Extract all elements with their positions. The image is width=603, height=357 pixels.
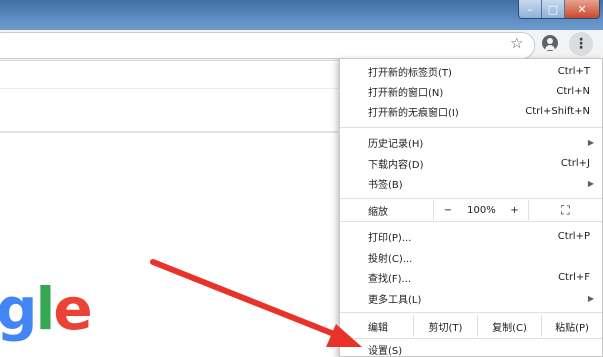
menu-item-new-tab[interactable]: 打开新的标签页(T) Ctrl+T: [340, 61, 602, 81]
menu-item-label: 设置(S): [368, 345, 403, 357]
menu-item-label: 打开新的无痕窗口(I): [368, 107, 459, 119]
menu-item-label: 打开新的标签页(T): [368, 67, 452, 79]
submenu-arrow-icon: ▶: [587, 137, 594, 147]
menu-item-find[interactable]: 查找(F)... Ctrl+F: [340, 267, 602, 287]
zoom-label: 缩放: [368, 206, 388, 218]
menu-item-shortcut: Ctrl+N: [556, 85, 590, 97]
menu-separator: [340, 198, 602, 199]
submenu-arrow-icon: ▶: [587, 178, 594, 188]
google-logo: gle: [0, 275, 93, 343]
menu-item-shortcut: Ctrl+Shift+N: [525, 105, 590, 117]
menu-item-label: 下载内容(D): [368, 159, 424, 171]
menu-item-label: 投射(C)...: [368, 253, 413, 265]
maximize-button[interactable]: □: [541, 0, 564, 18]
menu-item-shortcut: Ctrl+F: [558, 271, 590, 283]
window-controls: – □ ✕: [518, 0, 600, 19]
menu-item-label: 更多工具(L): [368, 294, 422, 306]
cut-button[interactable]: 剪切(T): [413, 315, 477, 337]
zoom-level: 100%: [467, 204, 496, 216]
menu-item-shortcut: Ctrl+P: [557, 230, 590, 242]
menu-item-cast[interactable]: 投射(C)...: [340, 247, 602, 267]
window-titlebar: – □ ✕: [0, 0, 603, 30]
browser-toolbar: ☆ ⋮: [0, 30, 603, 61]
paste-button[interactable]: 粘贴(P): [541, 315, 602, 337]
chrome-main-menu: 打开新的标签页(T) Ctrl+T 打开新的窗口(N) Ctrl+N 打开新的无…: [339, 58, 603, 357]
minimize-button[interactable]: –: [519, 0, 541, 18]
bookmark-star-icon[interactable]: ☆: [510, 34, 523, 52]
menu-item-print[interactable]: 打印(P)... Ctrl+P: [340, 226, 602, 246]
menu-item-shortcut: Ctrl+J: [560, 157, 590, 169]
edit-label: 编辑: [368, 322, 388, 334]
arrow-shaft: [150, 259, 347, 341]
kebab-menu-button[interactable]: ⋮: [569, 32, 593, 56]
menu-separator: [340, 312, 602, 313]
menu-item-settings[interactable]: 设置(S): [340, 341, 602, 357]
menu-item-label: 查找(F)...: [368, 273, 412, 285]
menu-separator: [340, 221, 602, 222]
menu-item-new-window[interactable]: 打开新的窗口(N) Ctrl+N: [340, 81, 602, 101]
address-bar[interactable]: [0, 32, 535, 59]
fullscreen-icon[interactable]: ⛶: [527, 200, 602, 220]
menu-item-bookmarks[interactable]: 书签(B) ▶: [340, 173, 602, 193]
submenu-arrow-icon: ▶: [587, 293, 594, 303]
zoom-in-button[interactable]: +: [501, 200, 528, 220]
close-button[interactable]: ✕: [564, 0, 599, 18]
profile-avatar-icon[interactable]: [542, 35, 558, 51]
menu-item-downloads[interactable]: 下载内容(D) Ctrl+J: [340, 153, 602, 173]
menu-separator: [340, 338, 602, 339]
menu-item-shortcut: Ctrl+T: [557, 65, 590, 77]
menu-separator: [340, 127, 602, 128]
menu-item-label: 书签(B): [368, 179, 403, 191]
menu-item-more-tools[interactable]: 更多工具(L) ▶: [340, 288, 602, 308]
menu-edit-row: 编辑 剪切(T) 复制(C) 粘贴(P): [340, 315, 602, 337]
menu-zoom-row: 缩放 − 100% + ⛶: [340, 200, 602, 220]
page-divider: [0, 131, 338, 133]
page-divider-top: [0, 88, 338, 89]
menu-item-label: 打印(P)...: [368, 232, 412, 244]
copy-button[interactable]: 复制(C): [477, 315, 541, 337]
menu-item-label: 打开新的窗口(N): [368, 87, 444, 99]
menu-item-new-incognito[interactable]: 打开新的无痕窗口(I) Ctrl+Shift+N: [340, 101, 602, 121]
menu-item-history[interactable]: 历史记录(H) ▶: [340, 132, 602, 152]
menu-item-label: 历史记录(H): [368, 138, 424, 150]
zoom-out-button[interactable]: −: [433, 200, 462, 220]
